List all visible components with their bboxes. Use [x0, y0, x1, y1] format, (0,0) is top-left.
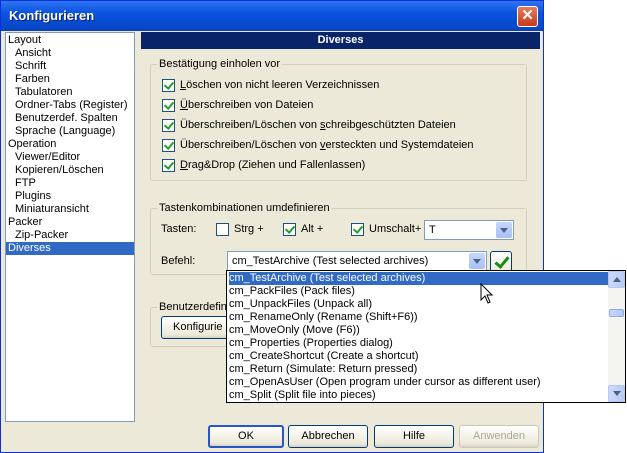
confirm-checkbox-label: Überschreiben/Löschen von schreibgeschüt… — [180, 119, 456, 132]
alt-checkbox[interactable] — [283, 223, 296, 236]
chevron-down-icon[interactable] — [496, 222, 512, 238]
label-text: berschreiben von Dateien — [187, 99, 314, 111]
label-accelerator: Ü — [180, 99, 188, 111]
strg-label: Strg + — [234, 223, 264, 235]
tree-item[interactable]: FTP — [15, 177, 36, 190]
scroll-down-icon[interactable] — [608, 385, 625, 402]
chevron-down-icon[interactable] — [469, 253, 485, 269]
label-text: Überschreiben/Löschen von — [180, 119, 321, 131]
strg-checkbox[interactable] — [216, 223, 229, 236]
command-dropdown-list[interactable]: cm_Split (Split file into pieces) cm_Open… — [226, 270, 626, 403]
tree-item[interactable]: Ordner-Tabs (Register) — [15, 99, 127, 112]
title-bar[interactable]: Konfigurieren ✕ — [1, 1, 543, 31]
tasten-label: Tasten: — [161, 223, 197, 235]
scroll-thumb[interactable] — [609, 309, 624, 317]
tree-item[interactable]: Miniaturansicht — [15, 203, 89, 216]
label-text: Überschreiben/Löschen von — [180, 139, 321, 151]
alt-label: Alt + — [301, 223, 324, 235]
apply-button-label: Anwenden — [473, 430, 525, 442]
close-icon: ✕ — [521, 7, 534, 24]
command-select[interactable]: cm_TestArchive (Test selected archives) — [227, 251, 487, 271]
apply-button[interactable]: Anwenden — [459, 425, 539, 448]
ok-button[interactable]: OK — [208, 425, 284, 448]
dropdown-scrollbar[interactable] — [608, 271, 625, 402]
label-text: chreibgeschützten Dateien — [325, 119, 456, 131]
dropdown-item[interactable]: cm_Properties (Properties dialog) — [229, 337, 609, 350]
shift-checkbox[interactable] — [351, 223, 364, 236]
tree-item[interactable]: Viewer/Editor — [15, 151, 80, 164]
tree-item[interactable]: Schrift — [15, 60, 46, 73]
dropdown-item[interactable]: cm_Split (Split file into pieces) — [229, 389, 609, 402]
confirm-checkbox[interactable] — [162, 79, 175, 92]
tree-item[interactable]: Diverses — [6, 242, 134, 255]
panel-title: Diverses — [141, 32, 540, 49]
tree-item[interactable]: Packer — [8, 216, 42, 229]
command-select-value: cm_TestArchive (Test selected archives) — [232, 255, 429, 267]
tree-item[interactable]: Benutzerdef. Spalten — [15, 112, 118, 125]
confirm-checkbox-label: Überschreiben/Löschen von versteckten un… — [180, 139, 474, 152]
dropdown-item[interactable]: cm_Return (Simulate: Return pressed) — [229, 363, 609, 376]
tree-item[interactable]: Zip-Packer — [15, 229, 68, 242]
dropdown-item[interactable]: cm_UnpackFiles (Unpack all) — [229, 298, 609, 311]
label-accelerator: D — [180, 159, 188, 171]
cancel-button[interactable]: Abbrechen — [288, 425, 368, 448]
tree-item[interactable]: Plugins — [15, 190, 51, 203]
window-title: Konfigurieren — [9, 8, 95, 23]
key-select-value: T — [429, 224, 436, 236]
tree-item[interactable]: Kopieren/Löschen — [15, 164, 104, 177]
dropdown-item[interactable]: cm_OpenAsUser (Open program under cursor… — [229, 376, 609, 389]
tree-item[interactable]: Sprache (Language) — [15, 125, 115, 138]
ok-button-label: OK — [238, 430, 254, 442]
help-button-label: Hilfe — [402, 430, 425, 442]
dropdown-item[interactable]: cm_TestArchive (Test selected archives) — [229, 272, 609, 285]
scroll-up-icon[interactable] — [608, 271, 625, 288]
label-text: ersteckten und Systemdateien — [325, 139, 474, 151]
tree-item[interactable]: Tabulatoren — [15, 86, 73, 99]
close-button[interactable]: ✕ — [517, 6, 538, 27]
confirm-checkbox-label: Löschen von nicht leeren Verzeichnissen — [180, 79, 379, 92]
confirm-checkbox-label: Drag&Drop (Ziehen und Fallenlassen) — [180, 159, 365, 172]
dropdown-item[interactable]: cm_RenameOnly (Rename (Shift+F6)) — [229, 311, 609, 324]
befehl-label: Befehl: — [161, 255, 196, 267]
tree-item[interactable]: Ansicht — [15, 47, 51, 60]
label-text: rag&Drop (Ziehen und Fallenlassen) — [187, 159, 366, 171]
label-text: öschen von nicht leeren Verzeichnissen — [186, 79, 380, 91]
confirm-checkbox[interactable] — [162, 159, 175, 172]
user-defined-group-title: Benutzerdefini — [157, 301, 232, 314]
help-button[interactable]: Hilfe — [374, 425, 454, 448]
confirm-checkbox[interactable] — [162, 119, 175, 132]
dropdown-item[interactable]: cm_PackFiles (Pack files) — [229, 285, 609, 298]
dropdown-item[interactable]: cm_MoveOnly (Move (F6)) — [229, 324, 609, 337]
settings-tree[interactable]: Layout Ansicht Schrift Farben Tabulatoren Ord… — [5, 32, 135, 422]
confirm-checkbox[interactable] — [162, 139, 175, 152]
configure-button-label: Konfigurie — [173, 321, 223, 333]
key-select[interactable]: T — [424, 220, 514, 240]
keys-group-title: Tastenkombinationen umdefinieren — [157, 202, 332, 215]
confirm-checkbox-label: Überschreiben von Dateien — [180, 99, 313, 112]
confirm-group-title: Bestätigung einholen vor — [157, 58, 283, 71]
shift-label: Umschalt+ — [369, 223, 422, 235]
tree-item[interactable]: Operation — [8, 138, 56, 151]
tree-item[interactable]: Farben — [15, 73, 50, 86]
confirm-checkbox[interactable] — [162, 99, 175, 112]
mouse-cursor-icon — [480, 283, 494, 304]
cancel-button-label: Abbrechen — [301, 430, 355, 442]
dropdown-item[interactable]: cm_CreateShortcut (Create a shortcut) — [229, 350, 609, 363]
tree-item[interactable]: Layout — [8, 34, 41, 47]
